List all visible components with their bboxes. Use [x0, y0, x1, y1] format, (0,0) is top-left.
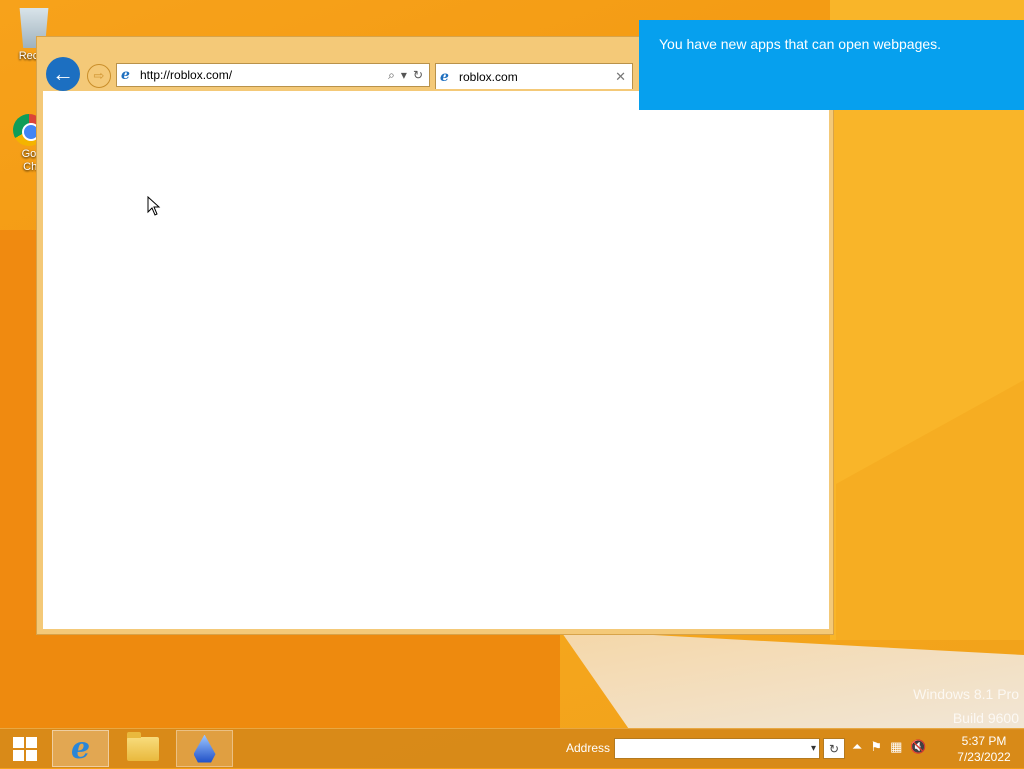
chevron-down-icon[interactable]: ▾ [401, 68, 407, 83]
clock[interactable]: 5:37 PM 7/23/2022 [948, 733, 1020, 765]
tab-roblox[interactable]: e roblox.com ✕ [435, 63, 633, 89]
flag-icon[interactable]: ⚑ [870, 739, 882, 755]
browser-window: ← ⇨ e http://roblox.com/ ⌕ ▾ ↻ e roblox.… [36, 36, 834, 635]
wallpaper-shape [0, 230, 40, 630]
forward-arrow-icon: ⇨ [93, 68, 105, 83]
build-watermark: Build 9600 [952, 710, 1019, 726]
search-icon[interactable]: ⌕ [388, 68, 395, 83]
windows-watermark: Windows 8.1 Pro [913, 686, 1019, 702]
address-bar[interactable]: e http://roblox.com/ ⌕ ▾ ↻ [116, 63, 430, 87]
back-button[interactable]: ← [46, 57, 80, 91]
system-tray: ⏶ ⚑ ▦ 🔇 [852, 739, 927, 755]
wallpaper-shape [0, 630, 560, 730]
volume-muted-icon[interactable]: 🔇 [910, 739, 926, 755]
tab-label: roblox.com [459, 69, 518, 84]
taskbar-internet-explorer[interactable]: e [52, 730, 109, 767]
clock-date: 7/23/2022 [957, 750, 1011, 764]
start-button[interactable] [0, 729, 50, 769]
taskbar: e Address ▾ ↻ ⏶ ⚑ ▦ 🔇 5:37 PM 7/23/2022 [0, 728, 1024, 768]
clock-time: 5:37 PM [961, 734, 1007, 748]
back-arrow-icon: ← [52, 61, 74, 86]
notification-text: You have new apps that can open webpages… [659, 36, 942, 52]
refresh-icon: ↻ [828, 741, 840, 756]
taskbar-app[interactable] [176, 730, 233, 767]
page-content[interactable] [43, 91, 829, 629]
taskbar-file-explorer[interactable] [114, 730, 171, 767]
taskbar-address-label: Address [566, 741, 611, 755]
ie-icon: e [121, 67, 130, 83]
network-icon[interactable]: ▦ [890, 739, 902, 755]
show-hidden-icons-icon[interactable]: ⏶ [852, 739, 862, 755]
close-icon[interactable]: ✕ [615, 69, 626, 85]
taskbar-address-input[interactable]: ▾ [614, 738, 820, 759]
taskbar-refresh-button[interactable]: ↻ [823, 738, 845, 759]
ie-icon: e [70, 731, 91, 766]
address-text[interactable]: http://roblox.com/ [140, 68, 388, 82]
refresh-icon[interactable]: ↻ [413, 68, 423, 83]
forward-button[interactable]: ⇨ [87, 64, 111, 88]
ie-icon: e [440, 68, 449, 85]
folder-icon [126, 731, 159, 761]
mouse-cursor-icon [147, 196, 161, 216]
app-icon [193, 734, 216, 763]
chevron-down-icon[interactable]: ▾ [811, 743, 816, 754]
notification-toast[interactable]: You have new apps that can open webpages… [639, 20, 1024, 110]
windows-logo-icon [13, 737, 37, 761]
